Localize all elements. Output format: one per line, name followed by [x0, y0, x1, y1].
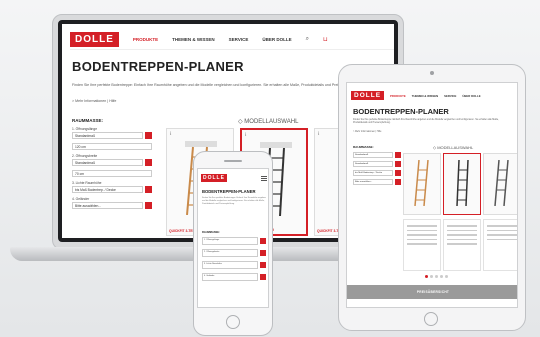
model-card-selected[interactable] [443, 153, 481, 215]
intro-text: Finden Sie Ihre perfekte Bodentreppe: Ei… [202, 197, 266, 205]
dropdown-button[interactable] [145, 202, 152, 209]
ladder-icon [494, 160, 509, 206]
opening-width-input[interactable]: 70 cm [72, 170, 152, 177]
model-spec [443, 219, 481, 271]
models-heading: ◇ MODELLAUSWAHL [238, 119, 299, 125]
room-dimensions-panel: RAUMMASSE: 1. Öffnungslänge Standardmaß … [72, 118, 152, 213]
info-link[interactable]: > Mehr Informationen | Hilfe [353, 131, 381, 133]
dolle-logo[interactable]: DOLLE [70, 32, 119, 47]
opening-length-input[interactable]: 120 cm [72, 143, 152, 150]
dropdown-button[interactable] [260, 238, 266, 244]
info-icon[interactable]: i [318, 132, 319, 137]
dropdown-button[interactable] [260, 274, 266, 280]
opening-width-select[interactable]: Standardmaß [72, 159, 143, 166]
phone-home-button [226, 315, 240, 329]
dolle-logo[interactable]: DOLLE [201, 174, 227, 182]
room-height-select[interactable]: bis Maß Bodentrep. / Decke [72, 186, 143, 193]
model-card[interactable] [403, 153, 441, 215]
info-icon[interactable]: i [245, 133, 246, 138]
price-overview-button[interactable]: PREISÜBERSICHT [347, 285, 517, 299]
intro-text: Finden Sie Ihre perfekte Bodentreppe: Ei… [353, 119, 499, 125]
railing-select[interactable]: Bitte auswählen... [72, 202, 143, 209]
form-row: Standardmaß [353, 152, 401, 158]
dropdown-button[interactable] [395, 152, 401, 158]
model-spec [483, 219, 517, 271]
phone-speaker [224, 160, 242, 162]
field-room-height: 3. Lichte Raumhöhe bis Maß Bodentrep. / … [72, 181, 152, 193]
field-opening-width: 2. Öffnungsbreite Standardmaß [72, 154, 152, 166]
nav-ueber-dolle[interactable]: ÜBER DOLLE [262, 37, 291, 42]
carousel-dots[interactable] [425, 275, 448, 278]
phone-screen: DOLLE BODENTREPPEN-PLANER Finden Sie Ihr… [197, 168, 269, 308]
models-heading: ◇ MODELLAUSWAHL [433, 145, 474, 150]
nav-themen[interactable]: THEMEN & WISSEN [172, 37, 215, 42]
cart-icon[interactable]: ⊔ [323, 36, 328, 43]
form-row: 4. Geländer [202, 273, 266, 281]
dropdown-button[interactable] [145, 159, 152, 166]
search-icon[interactable]: ⌕ [306, 36, 309, 43]
tablet-screen: DOLLE PRODUKTE THEMEN & WISSEN SERVICE Ü… [346, 82, 518, 308]
dropdown-button[interactable] [260, 250, 266, 256]
ladder-icon [414, 160, 429, 206]
dropdown-button[interactable] [145, 186, 152, 193]
field-opening-length: 1. Öffnungslänge Standardmaß [72, 127, 152, 139]
form-row: 1. Öffnungslänge [202, 237, 266, 245]
form-row: bis Maß Bodentrep. / Decke [353, 170, 401, 176]
form-row: 2. Öffnungsbreite [202, 249, 266, 257]
page-title: BODENTREPPEN-PLANER [202, 189, 256, 194]
model-spec [403, 219, 441, 271]
info-icon[interactable]: i [170, 132, 171, 137]
field-opening-width-value: 70 cm [72, 170, 152, 177]
site-header: DOLLE PRODUKTE THEMEN & WISSEN SERVICE Ü… [351, 91, 515, 100]
form-row: Standardmaß [353, 161, 401, 167]
field-railing: 4. Geländer Bitte auswählen... [72, 197, 152, 209]
info-link[interactable]: > Mehr Informationen | Hilfe [72, 99, 116, 103]
nav-ueber-dolle[interactable]: ÜBER DOLLE [462, 94, 480, 98]
nav-produkte[interactable]: PRODUKTE [133, 37, 158, 42]
nav-produkte[interactable]: PRODUKTE [390, 94, 406, 98]
dropdown-button[interactable] [395, 179, 401, 185]
dropdown-button[interactable] [145, 132, 152, 139]
menu-icon[interactable] [261, 175, 267, 181]
sidebar-heading: RAUMMASSE: [72, 118, 103, 123]
nav-service[interactable]: SERVICE [444, 94, 456, 98]
nav-service[interactable]: SERVICE [229, 37, 249, 42]
room-dimensions-panel: RAUMMASSE: 1. Öffnungslänge 2. Öffnungsb… [202, 231, 266, 285]
ladder-icon [456, 160, 469, 206]
dropdown-button[interactable] [395, 161, 401, 167]
tablet-home-button [424, 312, 438, 326]
model-card[interactable] [483, 153, 517, 215]
form-row: 3. Lichte Raumhöhe [202, 261, 266, 269]
page-title: BODENTREPPEN-PLANER [72, 59, 244, 74]
nav-themen[interactable]: THEMEN & WISSEN [412, 94, 438, 98]
dropdown-button[interactable] [260, 262, 266, 268]
page-title: BODENTREPPEN-PLANER [353, 107, 449, 116]
site-header: DOLLE PRODUKTE THEMEN & WISSEN SERVICE Ü… [70, 30, 394, 50]
form-row: Bitte auswählen... [353, 179, 401, 185]
field-opening-length-value: 120 cm [72, 143, 152, 150]
room-dimensions-panel: RAUMMASSE: Standardmaß Standardmaß bis M… [353, 145, 401, 188]
site-header: DOLLE [201, 174, 267, 182]
dolle-logo[interactable]: DOLLE [351, 91, 385, 100]
device-mockup-scene: DOLLE PRODUKTE THEMEN & WISSEN SERVICE Ü… [0, 0, 540, 337]
opening-length-select[interactable]: Standardmaß [72, 132, 143, 139]
dropdown-button[interactable] [395, 170, 401, 176]
tablet-camera [430, 71, 434, 75]
